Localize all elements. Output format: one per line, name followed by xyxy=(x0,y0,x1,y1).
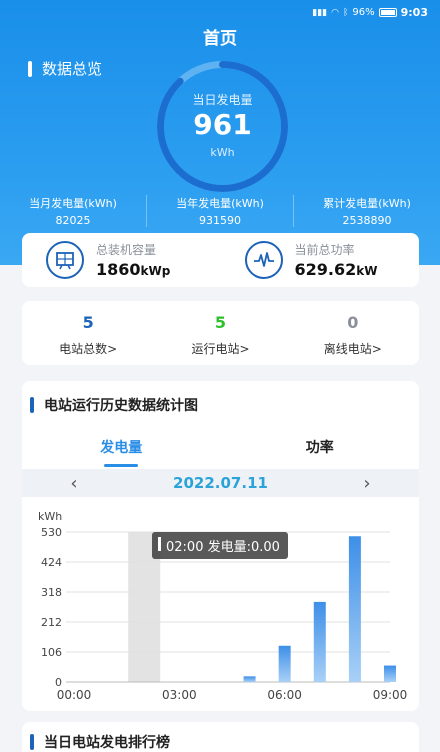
stat-label: 当月发电量(kWh) xyxy=(29,197,117,210)
bar-0900 xyxy=(384,665,396,682)
x-tick-label: 06:00 xyxy=(267,688,302,702)
chart-heading: 电站运行历史数据统计图 xyxy=(30,395,198,415)
overview-title: 数据总览 xyxy=(42,60,103,78)
x-tick-label: 00:00 xyxy=(57,688,92,702)
hero-header: ▮▮▮ ◠ ᛒ 96% 9:03 首页 数据总览 当日发电量 961 kWh 当… xyxy=(0,0,440,265)
date-selector: ‹ 2022.07.11 › xyxy=(22,469,419,497)
chart-tooltip: 02:00 发电量:0.00 xyxy=(152,532,288,559)
stat-label: 当年发电量(kWh) xyxy=(176,197,264,210)
signal-icon: ▮▮▮ xyxy=(312,7,328,18)
station-label: 电站总数> xyxy=(59,342,118,356)
battery-percent: 96% xyxy=(352,7,375,18)
gauge-value: 961 xyxy=(193,108,252,141)
ranking-title: 当日电站发电排行榜 xyxy=(44,735,170,751)
y-tick-label: 530 xyxy=(41,526,62,539)
chart-title: 电站运行历史数据统计图 xyxy=(44,398,198,414)
next-day-icon[interactable]: › xyxy=(359,473,375,494)
heading-marker xyxy=(30,734,34,750)
bar-0500 xyxy=(243,676,256,682)
station-label: 运行电站> xyxy=(191,342,250,356)
stat-year: 当年发电量(kWh) 931590 xyxy=(147,195,294,227)
x-tick-label: 03:00 xyxy=(162,688,197,702)
stat-value: 2538890 xyxy=(342,214,392,227)
x-tick-label: 09:00 xyxy=(373,688,408,702)
page-title: 首页 xyxy=(203,29,237,49)
metric-tabs: 发电量 功率 xyxy=(22,437,419,467)
running-stations-link[interactable]: 5 运行电站> xyxy=(154,301,286,365)
capacity-card: 总装机容量 1860kWp 当前总功率 629.62kW xyxy=(22,233,419,287)
bar-0800 xyxy=(348,536,361,682)
previous-day-icon[interactable]: ‹ xyxy=(66,473,82,494)
station-count: 0 xyxy=(347,313,359,332)
heading-marker xyxy=(28,60,32,77)
gauge-label: 当日发电量 xyxy=(192,93,253,107)
offline-stations-link[interactable]: 0 离线电站> xyxy=(287,301,419,365)
history-chart-card: 电站运行历史数据统计图 发电量 功率 ‹ 2022.07.11 › kWh 0 10… xyxy=(22,381,419,711)
generation-stats: 当月发电量(kWh) 82025 当年发电量(kWh) 931590 累计发电量… xyxy=(0,195,440,227)
solar-panel-icon xyxy=(46,241,84,279)
y-tick-label: 424 xyxy=(41,556,62,569)
ranking-heading: 当日电站发电排行榜 xyxy=(30,732,170,752)
bar-0700 xyxy=(313,601,326,682)
stat-value: 82025 xyxy=(55,214,91,227)
stat-total: 累计发电量(kWh) 2538890 xyxy=(294,195,440,227)
station-count: 5 xyxy=(82,313,94,332)
current-power: 当前总功率 629.62kW xyxy=(221,233,420,287)
station-summary-card: 5 电站总数> 5 运行电站> 0 离线电站> xyxy=(22,301,419,365)
total-stations-link[interactable]: 5 电站总数> xyxy=(22,301,154,365)
capacity-label: 总装机容量 xyxy=(96,243,157,257)
stat-label: 累计发电量(kWh) xyxy=(323,197,411,210)
overview-heading: 数据总览 xyxy=(28,58,102,79)
installed-capacity: 总装机容量 1860kWp xyxy=(22,233,221,287)
bar-0600 xyxy=(278,645,291,682)
stat-month: 当月发电量(kWh) 82025 xyxy=(0,195,147,227)
power-label: 当前总功率 xyxy=(294,243,355,257)
station-count: 5 xyxy=(214,313,227,332)
pulse-wave-icon xyxy=(244,241,283,279)
power-value: 629.62kW xyxy=(294,260,378,279)
y-axis-label: kWh xyxy=(38,510,62,523)
daily-generation-gauge: 当日发电量 961 kWh xyxy=(154,58,291,195)
clock: 9:03 xyxy=(400,6,428,19)
tab-power[interactable]: 功率 xyxy=(221,437,420,467)
station-label: 离线电站> xyxy=(323,342,382,356)
gauge-unit: kWh xyxy=(210,146,235,159)
tab-generation[interactable]: 发电量 xyxy=(22,437,221,467)
status-bar: ▮▮▮ ◠ ᛒ 96% 9:03 xyxy=(312,6,428,19)
heading-marker xyxy=(30,397,34,413)
capacity-value: 1860kWp xyxy=(96,260,171,279)
y-tick-label: 106 xyxy=(41,646,62,659)
y-tick-label: 212 xyxy=(41,616,62,629)
wifi-icon: ◠ xyxy=(331,7,339,18)
stat-value: 931590 xyxy=(199,214,241,227)
battery-icon xyxy=(378,8,397,17)
selected-date[interactable]: 2022.07.11 xyxy=(173,474,268,492)
y-tick-label: 318 xyxy=(41,586,62,599)
ranking-card: 当日电站发电排行榜 xyxy=(22,722,419,752)
bluetooth-icon: ᛒ xyxy=(342,7,349,18)
